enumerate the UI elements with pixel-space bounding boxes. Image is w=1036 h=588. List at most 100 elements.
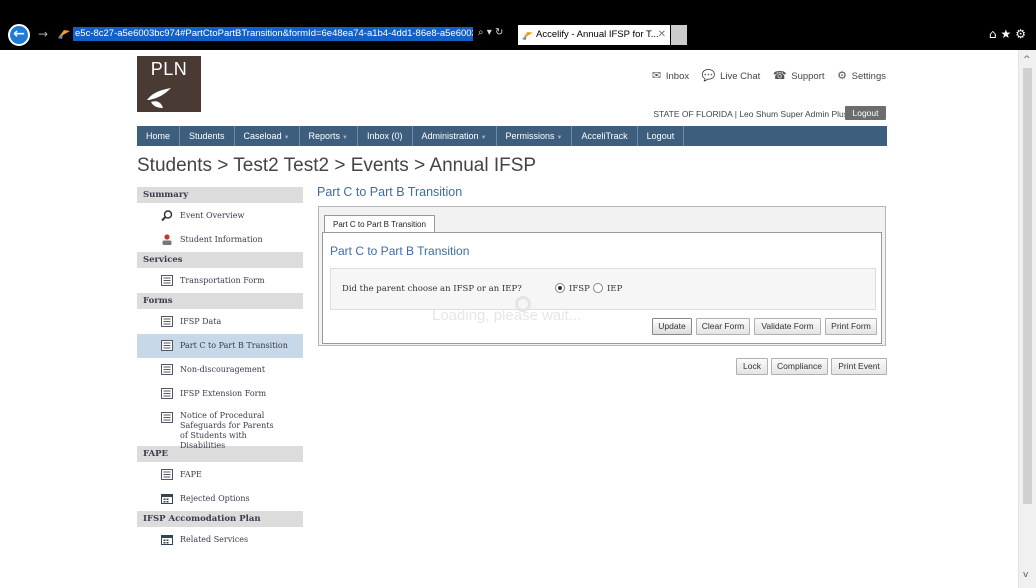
sidebar-item-transportation-form[interactable]: Transportation Form <box>137 269 303 293</box>
tab-part-c-to-part-b[interactable]: Part C to Part B Transition <box>324 215 435 232</box>
logout-button[interactable]: Logout <box>845 106 886 120</box>
browser-right-icons: ⌂★⚙ <box>989 27 1030 41</box>
nav-students[interactable]: Students <box>180 126 235 146</box>
close-icon[interactable]: ✕ <box>658 25 666 45</box>
sidebar-item-label: Event Overview <box>180 211 245 220</box>
sidebar-item-label: Related Services <box>180 535 249 544</box>
form-list-icon <box>161 469 173 480</box>
compliance-button[interactable]: Compliance <box>771 358 828 375</box>
lock-button[interactable]: Lock <box>736 358 768 375</box>
tab-title: Accelify - Annual IFSP for T... <box>536 29 659 40</box>
top-links: ✉ Inbox 💬 Live Chat ☎ Support ⚙ Settings <box>642 69 886 82</box>
dropdown-arrow-icon: ▼ <box>342 135 348 141</box>
address-bar[interactable]: e5c-8c27-a5e6003bc974#PartCtoPartBTransi… <box>73 27 473 41</box>
home-icon[interactable]: ⌂ <box>989 27 1001 41</box>
nav-reports[interactable]: Reports ▼ <box>300 126 358 146</box>
form-list-icon <box>161 340 173 351</box>
sidebar: Summary Event Overview Student Informati… <box>137 187 303 552</box>
sidebar-item-label: IFSP Extension Form <box>180 389 267 398</box>
dropdown-arrow-icon: ▼ <box>556 135 563 141</box>
sidebar-item-label: IFSP Data <box>180 317 222 326</box>
chat-bubbles-icon: 💬 <box>701 69 716 82</box>
vertical-scrollbar[interactable]: ^ v <box>1018 50 1036 588</box>
favorites-star-icon[interactable]: ★ <box>1000 27 1015 41</box>
sidebar-item-ifsp-data[interactable]: IFSP Data <box>137 310 303 334</box>
sidebar-item-event-overview[interactable]: Event Overview <box>137 204 303 228</box>
state-user-line: STATE OF FLORIDA | Leo Shum Super Admin … <box>653 109 848 119</box>
sidebar-item-label: Rejected Options <box>180 494 250 503</box>
sidebar-item-label: Non-discouragement <box>180 365 266 374</box>
forward-arrow-icon[interactable]: → <box>38 27 48 41</box>
sidebar-item-rejected-options[interactable]: Rejected Options <box>137 487 303 511</box>
pln-logo[interactable]: PLN <box>137 56 201 112</box>
tab-favicon-icon <box>522 31 533 40</box>
nav-accelitrack[interactable]: AcceliTrack <box>572 126 638 146</box>
form-panel: Part C to Part B Transition Part C to Pa… <box>318 206 886 346</box>
live-chat-link[interactable]: 💬 Live Chat <box>701 69 761 82</box>
form-title: Part C to Part B Transition <box>330 244 470 258</box>
sidebar-item-label: Part C to Part B Transition <box>180 341 288 350</box>
iep-radio[interactable] <box>593 283 603 293</box>
chevron-down-icon[interactable]: v <box>1023 570 1028 580</box>
question-box: Did the parent choose an IFSP or an IEP?… <box>330 268 876 324</box>
back-arrow-icon[interactable]: ← <box>8 24 30 46</box>
inbox-link[interactable]: ✉ Inbox <box>652 69 689 82</box>
calendar-icon <box>161 494 173 504</box>
scrollbar-thumb[interactable] <box>1023 68 1032 504</box>
browser-toolbar: ← → e5c-8c27-a5e6003bc974#PartCtoPartBTr… <box>0 0 1036 50</box>
address-bar-actions[interactable]: ⌕ ▾ ↻ <box>478 27 503 38</box>
chevron-up-icon[interactable]: ^ <box>1023 55 1031 65</box>
support-link[interactable]: ☎ Support <box>773 69 825 82</box>
form-list-icon <box>161 275 173 286</box>
clear-form-button[interactable]: Clear Form <box>696 318 750 335</box>
sidebar-item-related-services[interactable]: Related Services <box>137 528 303 552</box>
sidebar-item-label: Transportation Form <box>180 276 265 285</box>
live-chat-label: Live Chat <box>720 71 761 82</box>
site-favicon-icon <box>58 30 70 39</box>
sidebar-item-part-c-to-part-b[interactable]: Part C to Part B Transition <box>137 334 303 358</box>
form-list-icon <box>161 412 173 423</box>
nav-administration[interactable]: Administration ▼ <box>413 126 497 146</box>
nav-home[interactable]: Home <box>137 126 181 146</box>
question-label: Did the parent choose an IFSP or an IEP? <box>342 284 522 294</box>
gear-icon[interactable]: ⚙ <box>1015 27 1030 41</box>
print-event-button[interactable]: Print Event <box>831 358 887 375</box>
update-button[interactable]: Update <box>652 318 692 335</box>
sidebar-item-student-information[interactable]: Student Information <box>137 228 303 252</box>
user-icon <box>162 234 172 245</box>
main-nav: Home Students Caseload ▼ Reports ▼ Inbox (… <box>137 126 887 146</box>
dropdown-arrow-icon: ▼ <box>480 135 487 141</box>
sidebar-item-fape[interactable]: FAPE <box>137 463 303 487</box>
sidebar-item-label: FAPE <box>180 470 202 479</box>
leaf-icon <box>147 88 171 108</box>
form-body: Part C to Part B Transition Did the pare… <box>322 232 882 344</box>
print-form-button[interactable]: Print Form <box>825 318 877 335</box>
sidebar-item-label: Notice of Procedural Safeguards for Pare… <box>180 411 274 450</box>
sidebar-header-accomodation-plan: IFSP Accomodation Plan <box>137 511 303 528</box>
section-title: Part C to Part B Transition <box>317 185 463 199</box>
sidebar-item-ifsp-extension[interactable]: IFSP Extension Form <box>137 382 303 406</box>
sidebar-item-notice-procedural[interactable]: Notice of Procedural Safeguards for Pare… <box>137 406 303 450</box>
ifsp-radio[interactable] <box>555 283 565 293</box>
nav-logout[interactable]: Logout <box>638 126 685 146</box>
logo-text: PLN <box>150 59 188 79</box>
validate-form-button[interactable]: Validate Form <box>754 318 821 335</box>
sidebar-item-non-discouragement[interactable]: Non-discouragement <box>137 358 303 382</box>
nav-inbox[interactable]: Inbox (0) <box>358 126 413 146</box>
envelope-icon: ✉ <box>652 69 662 82</box>
settings-label: Settings <box>851 71 886 82</box>
form-list-icon <box>161 364 173 375</box>
nav-caseload[interactable]: Caseload ▼ <box>235 126 300 146</box>
dropdown-arrow-icon: ▼ <box>283 135 290 141</box>
browser-tab[interactable]: Accelify - Annual IFSP for T... ✕ <box>518 25 670 45</box>
nav-permissions[interactable]: Permissions ▼ <box>497 126 573 146</box>
gear-icon: ⚙ <box>837 69 848 82</box>
ifsp-radio-label: IFSP <box>569 284 590 294</box>
new-tab-button[interactable] <box>671 25 687 45</box>
settings-link[interactable]: ⚙ Settings <box>837 69 886 82</box>
sidebar-header-forms: Forms <box>137 293 303 310</box>
breadcrumb: Students > Test2 Test2 > Events > Annual… <box>137 155 537 176</box>
sidebar-header-summary: Summary <box>137 187 303 204</box>
search-icon <box>161 210 173 221</box>
iep-radio-label: IEP <box>607 284 623 294</box>
